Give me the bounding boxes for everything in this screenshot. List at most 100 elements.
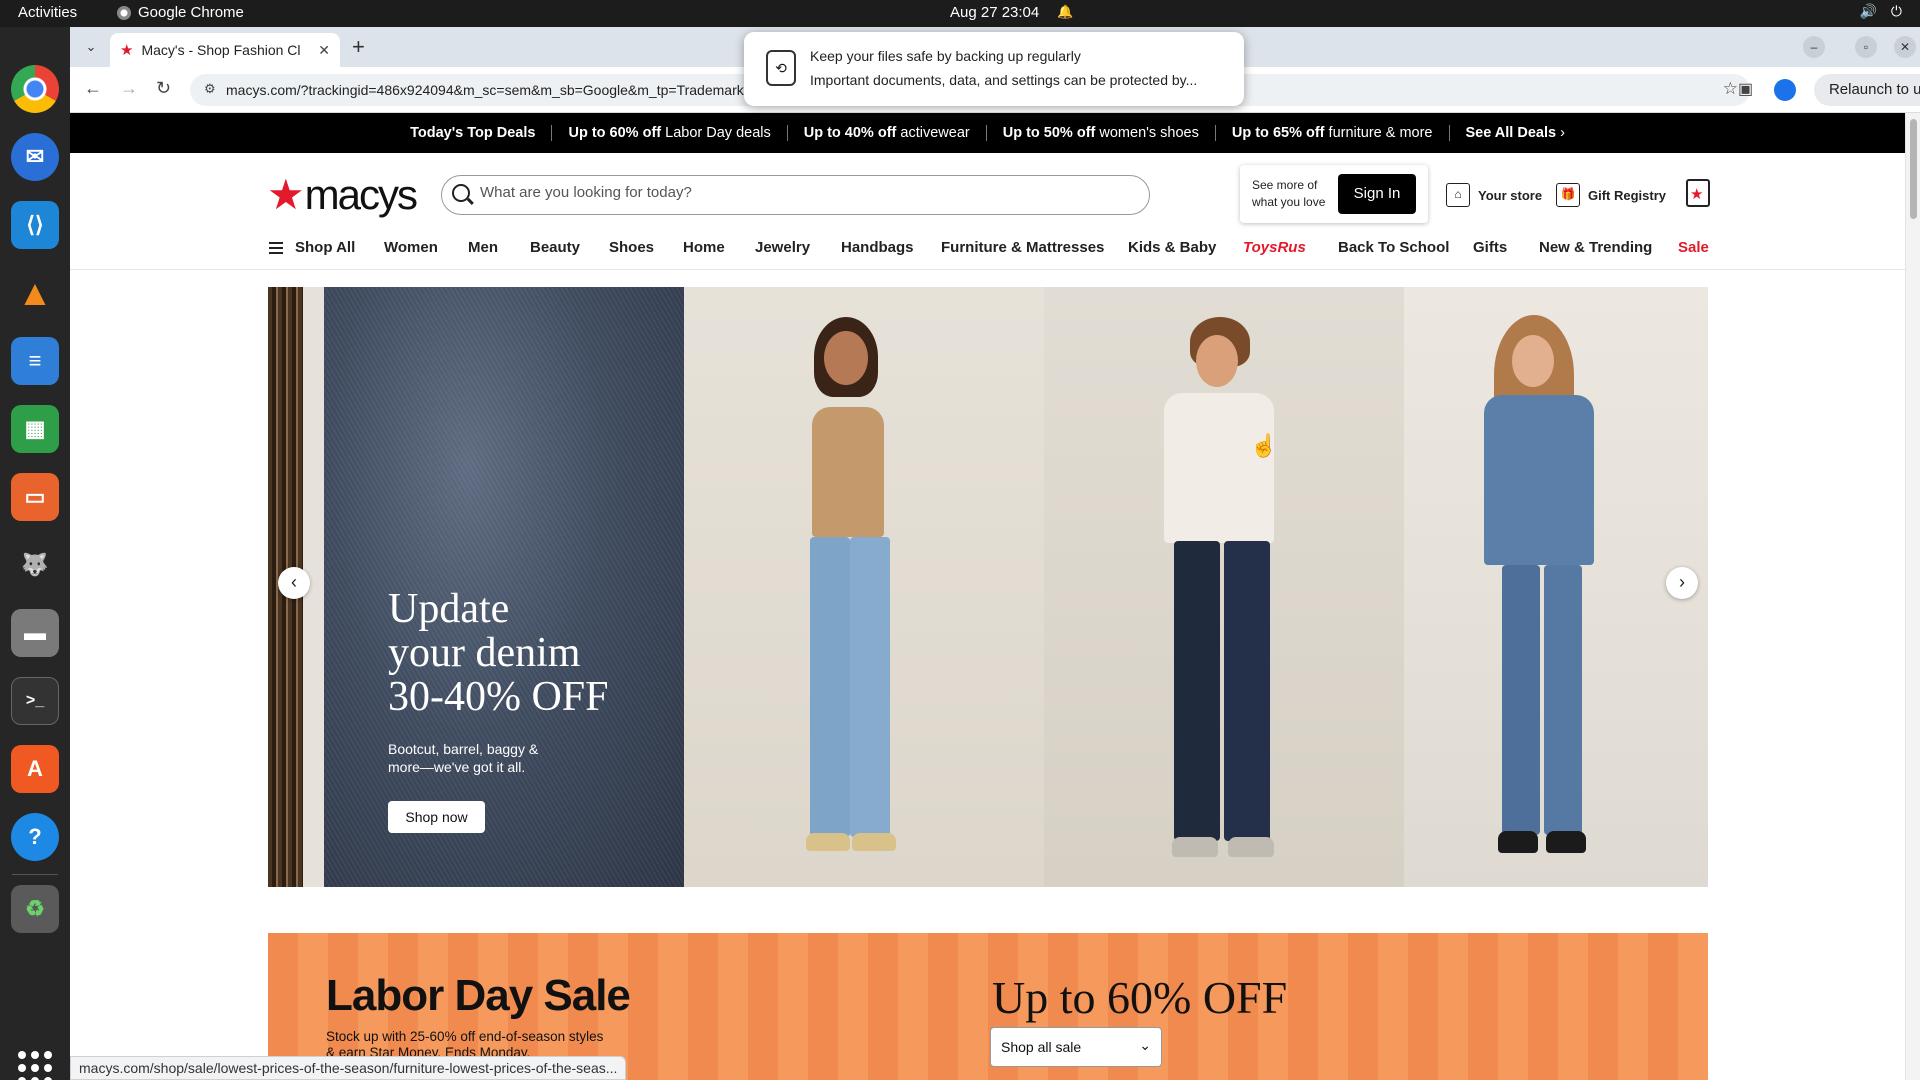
nav-shop-all[interactable]: Shop All: [295, 239, 355, 256]
activities-button[interactable]: Activities: [18, 4, 77, 21]
dock-separator: [12, 874, 58, 875]
vlc-icon[interactable]: ▲: [11, 269, 59, 317]
nav-beauty[interactable]: Beauty: [530, 239, 580, 256]
search-icon[interactable]: [452, 184, 470, 202]
gift-registry-link[interactable]: 🎁 Gift Registry: [1556, 183, 1666, 207]
shop-all-sale-select[interactable]: Shop all sale ⌄: [990, 1027, 1162, 1067]
menu-icon[interactable]: [269, 242, 283, 257]
scrollbar-thumb[interactable]: [1910, 119, 1917, 219]
nav-women[interactable]: Women: [384, 239, 438, 256]
close-window-icon[interactable]: ✕: [1894, 36, 1916, 58]
system-top-bar: Activities Google Chrome Aug 27 23:04 🔔 …: [0, 0, 1920, 27]
shopping-bag-icon[interactable]: ★: [1686, 179, 1710, 207]
minimize-icon[interactable]: –: [1803, 36, 1825, 58]
backup-notification[interactable]: ⟲ Keep your files safe by backing up reg…: [744, 32, 1244, 106]
forward-icon[interactable]: →: [120, 78, 138, 99]
chrome-icon[interactable]: [11, 65, 59, 113]
tab-search-icon[interactable]: ⌄: [80, 36, 102, 58]
new-tab-icon[interactable]: +: [352, 34, 365, 60]
app-menu[interactable]: Google Chrome: [117, 4, 244, 21]
model-photo-3: [1404, 287, 1708, 887]
system-menu[interactable]: 🔊 ⏻: [1859, 3, 1902, 20]
gift-registry-label: Gift Registry: [1588, 187, 1667, 203]
maximize-icon[interactable]: ▫: [1855, 36, 1877, 58]
clock[interactable]: Aug 27 23:04: [950, 4, 1039, 21]
search-input[interactable]: [480, 184, 1120, 201]
gimp-icon[interactable]: 🐺: [11, 541, 59, 589]
help-icon[interactable]: ?: [11, 813, 59, 861]
relaunch-label: Relaunch to update: [1828, 81, 1920, 98]
nav-kids-baby[interactable]: Kids & Baby: [1128, 239, 1216, 256]
app-center-icon[interactable]: A: [11, 745, 59, 793]
relaunch-button[interactable]: Relaunch to update: [1814, 74, 1920, 106]
hero-carousel[interactable]: Update your denim 30-40% OFF Bootcut, ba…: [268, 287, 1708, 887]
model-photo-2: [1044, 287, 1404, 887]
nav-divider: [70, 269, 1905, 270]
dock: ✉ ⟨⟩ ▲ ≡ ▦ ▭ 🐺 ▬ >_ A ? ♻: [0, 27, 70, 1080]
carousel-prev-icon[interactable]: ‹: [278, 567, 310, 599]
site-info-icon[interactable]: ⚙: [204, 81, 216, 97]
deal-link[interactable]: Up to 50% off women's shoes: [987, 125, 1215, 141]
trash-icon[interactable]: ♻: [11, 885, 59, 933]
close-tab-icon[interactable]: ✕: [318, 42, 330, 59]
hero-headline: Update your denim 30-40% OFF: [388, 586, 609, 720]
nav-back-to-school[interactable]: Back To School: [1338, 239, 1449, 256]
deal-link[interactable]: Up to 65% off furniture & more: [1216, 125, 1449, 141]
deal-link[interactable]: Up to 60% off Labor Day deals: [552, 125, 786, 141]
tab-macys[interactable]: ★ Macy's - Shop Fashion Cl ✕: [110, 33, 340, 67]
terminal-icon[interactable]: >_: [11, 677, 59, 725]
calc-icon[interactable]: ▦: [11, 405, 59, 453]
nav-sale[interactable]: Sale: [1678, 239, 1709, 256]
impress-icon[interactable]: ▭: [11, 473, 59, 521]
chrome-small-icon: [117, 5, 131, 20]
volume-icon: 🔊: [1859, 3, 1877, 19]
profile-avatar[interactable]: [1774, 79, 1796, 101]
hero-subtext: Bootcut, barrel, baggy & more—we've got …: [388, 741, 539, 775]
labor-day-discount: Up to 60% OFF: [992, 972, 1288, 1023]
nav-handbags[interactable]: Handbags: [841, 239, 914, 256]
nav-shoes[interactable]: Shoes: [609, 239, 654, 256]
side-panel-icon[interactable]: ▣: [1738, 79, 1753, 99]
see-more-text: See more of what you love: [1252, 178, 1326, 209]
chevron-down-icon: ⌄: [1139, 1037, 1151, 1053]
category-nav: Shop All Women Men Beauty Shoes Home Jew…: [70, 231, 1905, 265]
sign-in-popover: See more of what you love Sign In: [1240, 165, 1428, 223]
search-box[interactable]: [441, 175, 1150, 215]
see-all-deals-link[interactable]: See All Deals ›: [1450, 125, 1581, 141]
writer-icon[interactable]: ≡: [11, 337, 59, 385]
thunderbird-icon[interactable]: ✉: [11, 133, 59, 181]
macys-favicon-icon: ★: [120, 42, 134, 59]
power-icon: ⏻: [1890, 3, 1902, 19]
app-name: Google Chrome: [138, 4, 244, 21]
back-icon[interactable]: ←: [84, 78, 102, 99]
tab-title: Macy's - Shop Fashion Cl: [141, 42, 301, 58]
hand-cursor-icon: ☝: [1250, 433, 1278, 458]
gift-icon: 🎁: [1556, 183, 1580, 207]
carousel-next-icon[interactable]: ›: [1666, 567, 1698, 599]
reload-icon[interactable]: ↻: [156, 78, 171, 99]
labor-day-heading: Labor Day Sale: [326, 971, 631, 1020]
shop-all-sale-label: Shop all sale: [1001, 1039, 1082, 1055]
nav-jewelry[interactable]: Jewelry: [755, 239, 810, 256]
files-icon[interactable]: ▬: [11, 609, 59, 657]
notification-body: Important documents, data, and settings …: [810, 72, 1198, 88]
nav-home[interactable]: Home: [683, 239, 725, 256]
backup-icon: ⟲: [766, 50, 796, 86]
macys-star-icon: ★: [267, 171, 305, 218]
show-apps-icon[interactable]: [18, 1051, 52, 1080]
your-store-link[interactable]: ⌂ Your store: [1446, 183, 1542, 207]
deals-bar: Today's Top Deals Up to 60% off Labor Da…: [70, 113, 1905, 153]
nav-men[interactable]: Men: [468, 239, 498, 256]
nav-gifts[interactable]: Gifts: [1473, 239, 1507, 256]
sign-in-button[interactable]: Sign In: [1338, 174, 1416, 214]
bookmark-star-icon[interactable]: ☆: [1723, 79, 1738, 99]
vscode-icon[interactable]: ⟨⟩: [11, 201, 59, 249]
deal-link[interactable]: Today's Top Deals: [394, 125, 551, 141]
nav-toysrus[interactable]: ToysRus: [1243, 239, 1306, 256]
nav-furniture[interactable]: Furniture & Mattresses: [941, 239, 1104, 256]
page-scrollbar[interactable]: [1905, 113, 1920, 1080]
deal-link[interactable]: Up to 40% off activewear: [788, 125, 986, 141]
nav-new-trending[interactable]: New & Trending: [1539, 239, 1652, 256]
shop-now-button[interactable]: Shop now: [388, 801, 485, 833]
macys-logo[interactable]: ★ macys: [267, 171, 418, 219]
